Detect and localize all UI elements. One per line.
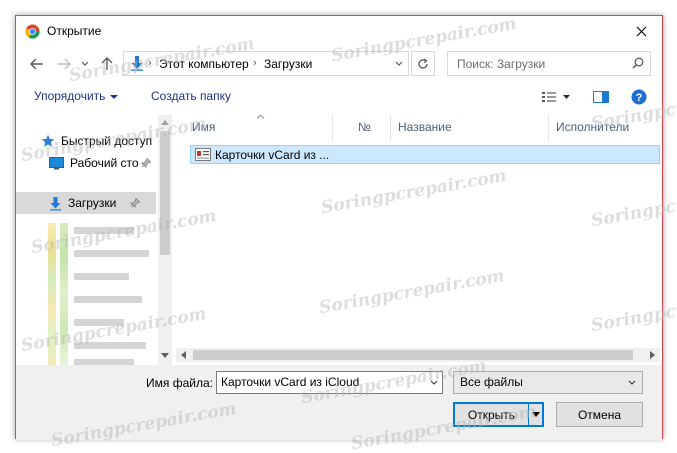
new-folder-button[interactable]: Создать папку (151, 89, 231, 103)
sidebar-scroll-thumb[interactable] (160, 131, 170, 255)
cancel-button[interactable]: Отмена (556, 402, 643, 427)
chevron-down-icon[interactable] (429, 376, 439, 390)
organize-button[interactable]: Упорядочить (34, 89, 119, 103)
preview-pane-icon (593, 91, 609, 103)
column-header-artists[interactable]: Исполнители (548, 115, 662, 141)
file-name-combobox[interactable]: Карточки vCard из iCloud (216, 371, 443, 394)
sidebar-item-desktop[interactable]: Рабочий сто (16, 152, 156, 174)
preview-pane-button[interactable] (590, 86, 612, 108)
desktop-icon (49, 156, 64, 169)
details-view-icon (542, 92, 570, 102)
close-button[interactable] (628, 19, 654, 43)
sidebar-item-label: Быстрый доступ (61, 134, 153, 148)
file-name-value: Карточки vCard из iCloud (221, 375, 360, 389)
forward-button[interactable] (53, 53, 75, 75)
scroll-right-arrow-icon (650, 351, 655, 359)
column-header-title[interactable]: Название (390, 115, 548, 141)
scroll-up-arrow-icon (161, 120, 169, 125)
chrome-icon (25, 24, 40, 39)
pin-icon (140, 158, 151, 168)
search-icon (632, 57, 644, 69)
address-dropdown-button[interactable] (390, 53, 407, 74)
breadcrumb-this-pc[interactable]: Этот компьютер (159, 57, 249, 71)
chevron-down-icon (81, 61, 89, 66)
horizontal-scrollbar[interactable] (176, 348, 660, 362)
column-divider[interactable] (332, 115, 333, 141)
open-options-dropdown[interactable] (528, 404, 542, 425)
sort-ascending-icon (256, 115, 265, 119)
open-button-label: Открыть (467, 407, 516, 422)
column-header-number[interactable]: № (350, 115, 390, 141)
file-name-label: Имя файла: (146, 376, 213, 390)
navigation-row: › Этот компьютер › Загрузки Поиск: Загру… (16, 51, 662, 77)
download-arrow-icon (131, 56, 143, 71)
chevron-down-icon (628, 380, 636, 385)
blurred-sidebar-entries (46, 223, 156, 365)
up-button[interactable] (96, 53, 118, 75)
dialog-footer: Имя файла: Карточки vCard из iCloud Все … (16, 365, 662, 440)
chevron-down-icon (395, 61, 402, 66)
sidebar-item-label: Загрузки (68, 196, 117, 210)
open-file-dialog: Открытие › Этот компьютер › Загрузки Пои… (15, 15, 663, 440)
command-toolbar: Упорядочить Создать папку ? (16, 83, 662, 111)
address-bar[interactable]: › Этот компьютер › Загрузки (123, 51, 409, 76)
address-separator: › (148, 57, 152, 69)
sidebar-item-downloads[interactable]: Загрузки (16, 192, 156, 214)
organize-label: Упорядочить (34, 89, 106, 103)
window-title: Открытие (47, 24, 102, 38)
file-list-pane: Имя № Название Исполнители Карточки vCar… (174, 115, 662, 365)
change-view-button[interactable] (538, 86, 574, 108)
refresh-button[interactable] (411, 51, 435, 76)
file-name: Карточки vCard из ... (215, 148, 330, 162)
scroll-down-arrow-icon (161, 353, 169, 358)
help-button[interactable]: ? (628, 86, 650, 108)
file-row[interactable]: Карточки vCard из ... (190, 145, 660, 164)
back-arrow-icon (30, 58, 43, 70)
refresh-icon (418, 57, 428, 69)
svg-text:?: ? (636, 92, 643, 104)
scroll-left-arrow-icon (181, 351, 186, 359)
file-type-select[interactable]: Все файлы (453, 371, 643, 394)
help-icon: ? (631, 89, 647, 105)
sidebar-item-quick-access[interactable]: Быстрый доступ (16, 130, 156, 152)
address-separator: › (253, 57, 257, 69)
pin-icon (130, 198, 141, 208)
forward-arrow-icon (58, 58, 71, 70)
horizontal-scroll-thumb[interactable] (193, 350, 633, 360)
search-placeholder: Поиск: Загрузки (457, 57, 546, 71)
search-box[interactable]: Поиск: Загрузки (447, 51, 651, 76)
chevron-down-icon (531, 412, 540, 417)
breadcrumb-downloads[interactable]: Загрузки (264, 57, 312, 71)
vcard-file-icon (195, 148, 211, 161)
chevron-down-icon (110, 94, 119, 99)
title-bar: Открытие (16, 16, 662, 46)
recent-locations-button[interactable] (78, 53, 92, 75)
close-icon (636, 26, 646, 36)
up-arrow-icon (101, 57, 113, 70)
column-header-name[interactable]: Имя (184, 115, 332, 141)
navigation-pane: Быстрый доступ Рабочий сто Загрузки (16, 115, 172, 365)
back-button[interactable] (26, 53, 48, 75)
star-icon (41, 134, 55, 147)
open-button[interactable]: Открыть (453, 402, 544, 427)
file-type-value: Все файлы (460, 375, 523, 389)
sidebar-scrollbar[interactable] (158, 115, 172, 365)
download-arrow-icon (50, 196, 61, 210)
sidebar-item-label: Рабочий сто (70, 156, 139, 170)
